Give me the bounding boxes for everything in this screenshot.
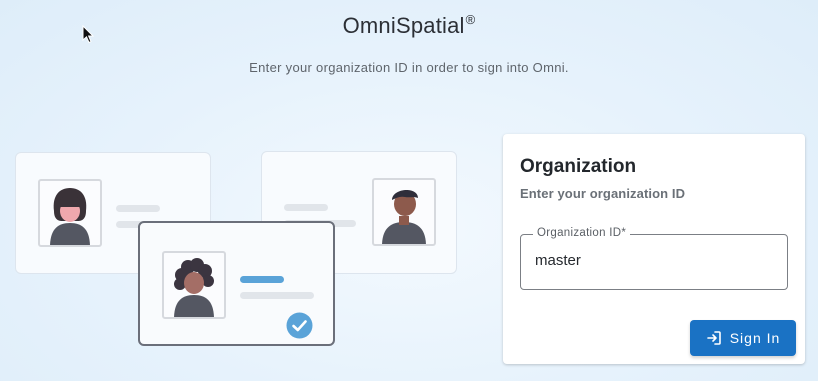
page-subtitle: Enter your organization ID in order to s…	[249, 60, 569, 75]
panel-title: Organization	[520, 156, 637, 177]
sign-in-button[interactable]: Sign In	[690, 320, 796, 356]
organization-id-field[interactable]: Organization ID*	[520, 227, 788, 290]
id-card-front	[138, 221, 335, 346]
organization-panel: Organization Enter your organization ID …	[503, 134, 805, 364]
card-line-highlight	[240, 276, 284, 283]
login-icon	[706, 331, 721, 345]
avatar-woman-short-hair	[38, 179, 102, 247]
card-line	[240, 292, 314, 299]
organization-id-label: Organization ID*	[533, 227, 631, 239]
panel-subtitle: Enter your organization ID	[520, 186, 686, 201]
sign-in-label: Sign In	[729, 330, 781, 346]
app-title-text: OmniSpatial	[342, 13, 465, 38]
registered-mark: ®	[465, 12, 476, 27]
checkmark-icon	[286, 312, 313, 339]
avatar-woman-curly-hair	[162, 251, 226, 319]
avatar-man	[372, 178, 436, 246]
card-line	[116, 205, 160, 212]
app-title: OmniSpatial®	[0, 12, 818, 39]
organization-id-input[interactable]	[535, 252, 775, 269]
card-line	[284, 204, 328, 211]
